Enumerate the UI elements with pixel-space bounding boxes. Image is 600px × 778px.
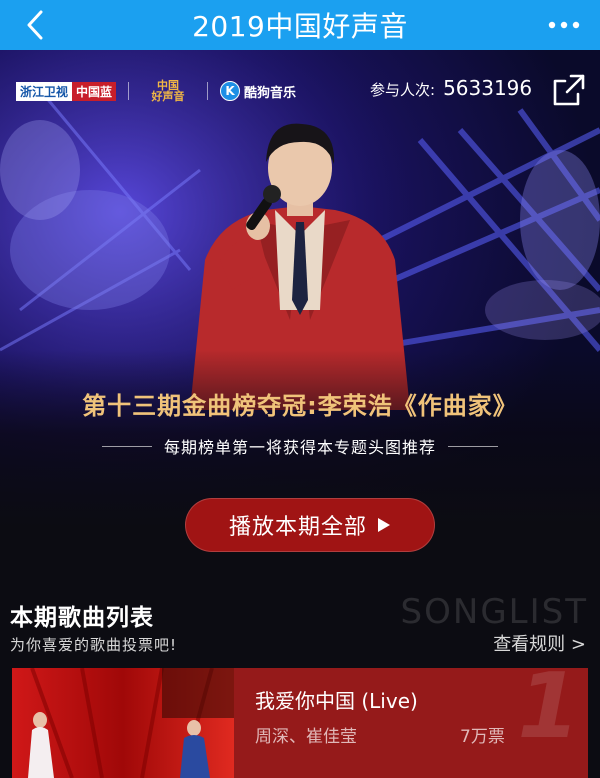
song-artists: 周深、崔佳莹 <box>255 727 357 747</box>
song-thumbnail <box>12 668 234 778</box>
more-dots-icon <box>548 21 580 29</box>
play-all-button[interactable]: 播放本期全部 <box>185 498 435 552</box>
hero-banner: 浙江卫视 中国蓝 中国 好声音 K 酷狗音乐 参与人次: 5633196 第十三… <box>0 50 600 590</box>
logo-divider <box>207 82 209 100</box>
divider-line <box>448 445 498 447</box>
chevron-left-icon <box>27 10 43 40</box>
kugou-k-icon: K <box>220 81 241 101</box>
back-button[interactable] <box>18 9 52 41</box>
play-triangle-icon <box>378 518 390 532</box>
share-external-icon <box>553 74 585 106</box>
banner-subtitle-row: 每期榜单第一将获得本专题头图推荐 <box>0 434 600 458</box>
zhejiang-tv-logo-text: 浙江卫视 <box>16 81 73 101</box>
top-nav-bar: 2019中国好声音 <box>0 0 600 50</box>
share-button[interactable] <box>551 72 587 108</box>
partner-logos: 浙江卫视 中国蓝 中国 好声音 K 酷狗音乐 <box>16 74 296 108</box>
participation-count: 5633196 <box>443 76 533 100</box>
page-title: 2019中国好声音 <box>192 10 408 43</box>
zhejiang-tv-logo: 浙江卫视 中国蓝 <box>16 81 117 101</box>
champion-headline: 第十三期金曲榜夺冠:李荣浩《作曲家》 <box>82 392 518 420</box>
songlist-watermark: SONGLIST <box>400 592 588 632</box>
view-rules-link[interactable]: 查看规则 > <box>493 630 586 656</box>
kugou-logo-text: 酷狗音乐 <box>244 85 297 101</box>
song-list-item[interactable]: 我爱你中国 (Live) 周深、崔佳莹 7万票 1 <box>12 668 588 778</box>
logo-divider <box>128 82 130 100</box>
songlist-subtitle: 为你喜爱的歌曲投票吧! <box>10 636 178 654</box>
play-all-label: 播放本期全部 <box>228 515 367 540</box>
participation-counter: 参与人次: 5633196 <box>370 76 532 100</box>
song-votes: 7万票 <box>460 727 505 747</box>
banner-subtitle: 每期榜单第一将获得本专题头图推荐 <box>163 438 436 457</box>
more-options-button[interactable] <box>544 12 584 38</box>
song-title: 我爱你中国 (Live) <box>255 689 418 713</box>
participation-label: 参与人次: <box>370 81 436 99</box>
song-rank: 1 <box>517 668 580 759</box>
voice-of-china-logo: 中国 好声音 <box>151 79 185 103</box>
china-blue-logo-text: 中国蓝 <box>72 81 117 101</box>
kugou-music-logo: K 酷狗音乐 <box>220 81 296 101</box>
songlist-title: 本期歌曲列表 <box>10 605 154 631</box>
divider-line <box>101 445 152 447</box>
